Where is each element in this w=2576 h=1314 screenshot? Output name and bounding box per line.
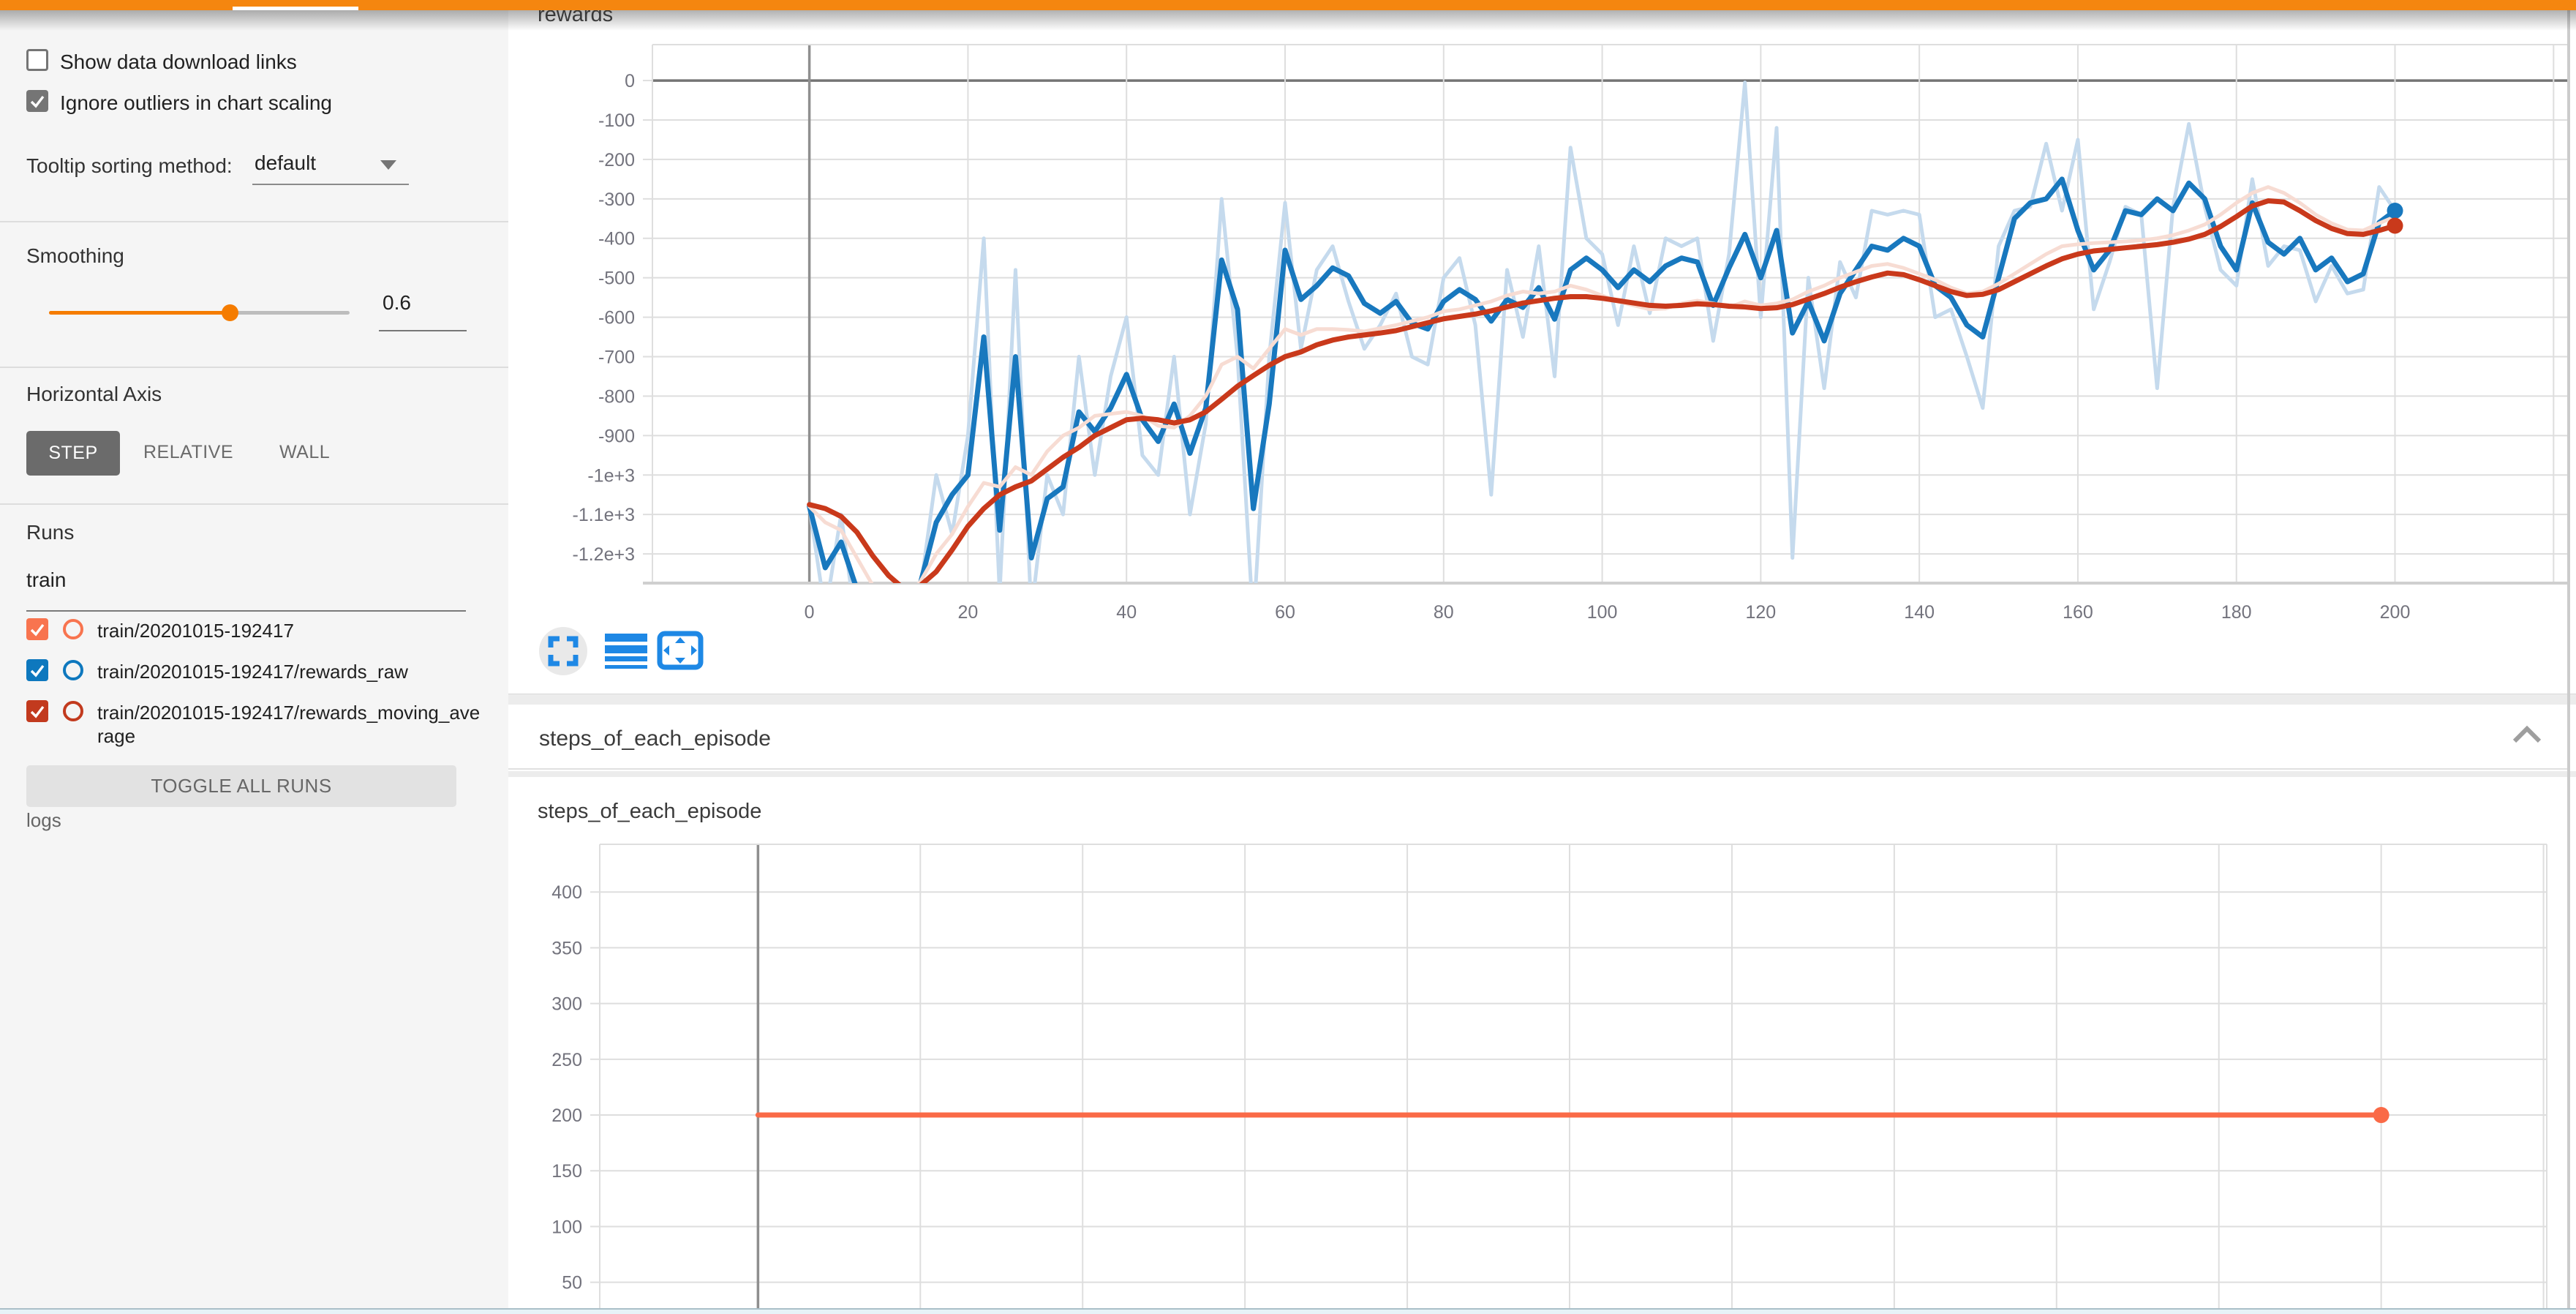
- run-row-label: train/20201015-192417/rewards_moving_ave…: [97, 702, 483, 748]
- show-data-download-links-label: Show data download links: [60, 50, 297, 74]
- divider: [0, 367, 508, 368]
- ignore-outliers-label: Ignore outliers in chart scaling: [60, 91, 332, 115]
- run-color-ring[interactable]: [63, 619, 83, 639]
- chevron-down-icon[interactable]: [380, 160, 396, 170]
- expand-chart-button[interactable]: [539, 627, 587, 675]
- svg-text:40: 40: [1116, 602, 1137, 623]
- runs-filter-input[interactable]: train: [26, 568, 66, 592]
- smoothing-slider[interactable]: [49, 311, 350, 315]
- svg-text:180: 180: [2221, 602, 2252, 623]
- card-gap: [508, 694, 2576, 705]
- logs-label: logs: [26, 809, 61, 832]
- smoothing-slider-knob[interactable]: [222, 304, 238, 321]
- tooltip-sorting-underline: [252, 184, 409, 185]
- svg-text:300: 300: [551, 994, 582, 1015]
- check-icon: [29, 92, 46, 110]
- divider: [0, 221, 508, 222]
- rewards-chart[interactable]: 0 -100 -200 -300 -400 -500 -600 -700 -800 -900 -1e…: [573, 45, 2570, 641]
- smoothing-slider-fill: [49, 311, 230, 315]
- run-checkbox[interactable]: [26, 659, 48, 681]
- svg-text:-800: -800: [598, 386, 635, 407]
- svg-text:200: 200: [551, 1105, 582, 1126]
- run-color-ring[interactable]: [63, 701, 83, 721]
- app-toolbar: [0, 0, 2576, 10]
- tooltip-sorting-label: Tooltip sorting method:: [26, 154, 233, 178]
- fullscreen-icon: [539, 627, 587, 675]
- toggle-all-runs-button[interactable]: TOGGLE ALL RUNS: [26, 765, 456, 807]
- steps-section-title: steps_of_each_episode: [539, 727, 771, 751]
- svg-text:400: 400: [551, 882, 582, 903]
- svg-text:350: 350: [551, 938, 582, 958]
- fit-to-box-icon: [657, 631, 704, 670]
- scrollbar-track[interactable]: [2567, 10, 2570, 1308]
- svg-text:200: 200: [2380, 602, 2411, 623]
- svg-text:-1.1e+3: -1.1e+3: [573, 505, 636, 525]
- lines-icon: [605, 634, 647, 670]
- axis-wall-button[interactable]: WALL: [279, 442, 330, 463]
- svg-text:-300: -300: [598, 189, 635, 210]
- svg-text:150: 150: [551, 1161, 582, 1182]
- svg-text:20: 20: [958, 602, 979, 623]
- svg-text:-100: -100: [598, 110, 635, 131]
- steps-chart[interactable]: 400 350 300 250 200 150 100 50: [551, 844, 2547, 1308]
- page-bottom-edge: [0, 1308, 2576, 1314]
- svg-text:-200: -200: [598, 150, 635, 170]
- svg-text:100: 100: [1587, 602, 1618, 623]
- svg-text:-700: -700: [598, 348, 635, 368]
- toggle-log-axis-button[interactable]: [605, 634, 647, 670]
- svg-text:-1e+3: -1e+3: [587, 465, 635, 486]
- run-checkbox[interactable]: [26, 700, 48, 722]
- show-data-download-links-checkbox[interactable]: [26, 49, 48, 71]
- chevron-up-icon[interactable]: [2510, 722, 2544, 748]
- svg-text:-600: -600: [598, 308, 635, 328]
- svg-text:-900: -900: [598, 426, 635, 446]
- ignore-outliers-checkbox[interactable]: [26, 90, 48, 112]
- steps-chart-title: steps_of_each_episode: [538, 800, 761, 824]
- svg-text:60: 60: [1275, 602, 1295, 623]
- svg-text:80: 80: [1434, 602, 1454, 623]
- svg-text:0: 0: [625, 71, 635, 91]
- svg-text:-500: -500: [598, 269, 635, 289]
- svg-text:50: 50: [562, 1273, 582, 1294]
- svg-text:160: 160: [2063, 602, 2093, 623]
- svg-text:0: 0: [805, 602, 815, 623]
- active-tab-underline: [233, 7, 358, 10]
- svg-text:-400: -400: [598, 229, 635, 249]
- smoothing-label: Smoothing: [26, 244, 124, 268]
- smoothing-value[interactable]: 0.6: [383, 291, 411, 315]
- horizontal-axis-label: Horizontal Axis: [26, 383, 162, 406]
- settings-sidebar: Show data download links Ignore outliers…: [0, 10, 508, 1308]
- axis-relative-button[interactable]: RELATIVE: [143, 442, 233, 463]
- divider: [0, 503, 508, 505]
- run-row-label: train/20201015-192417/rewards_raw: [97, 661, 483, 684]
- run-row-label: train/20201015-192417: [97, 620, 483, 643]
- tooltip-sorting-select[interactable]: default: [255, 151, 316, 175]
- svg-text:100: 100: [551, 1217, 582, 1237]
- svg-text:140: 140: [1904, 602, 1935, 623]
- run-color-ring[interactable]: [63, 660, 83, 680]
- svg-text:-1.2e+3: -1.2e+3: [573, 544, 636, 565]
- axis-step-button[interactable]: STEP: [26, 431, 120, 476]
- run-checkbox[interactable]: [26, 618, 48, 640]
- svg-text:120: 120: [1746, 602, 1777, 623]
- runs-filter-underline: [26, 610, 466, 612]
- svg-text:250: 250: [551, 1050, 582, 1070]
- steps-section-header[interactable]: steps_of_each_episode: [508, 705, 2567, 770]
- card-gap: [508, 771, 2576, 777]
- smoothing-value-underline: [379, 330, 467, 331]
- fit-domain-button[interactable]: [657, 631, 704, 670]
- runs-label: Runs: [26, 521, 74, 544]
